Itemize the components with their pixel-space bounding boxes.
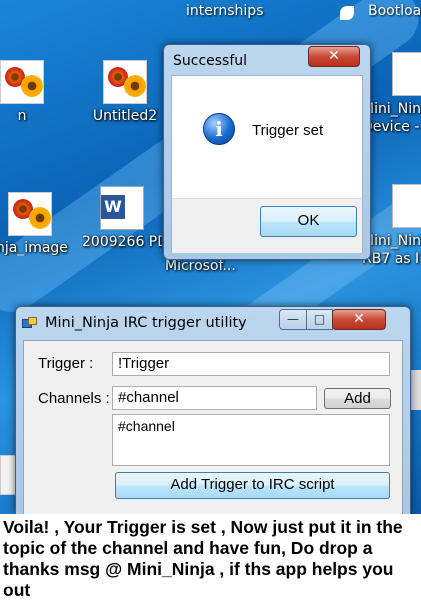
desktop-icon[interactable]: W 2009266 PD — [82, 186, 162, 250]
desktop-top-label[interactable]: Bootloa — [368, 3, 421, 19]
add-channel-button[interactable]: Add — [324, 388, 391, 409]
desktop-top-label[interactable]: internships — [186, 3, 264, 19]
file-icon — [392, 52, 421, 96]
add-trigger-button[interactable]: Add Trigger to IRC script — [115, 472, 390, 499]
word-document-icon: W — [100, 186, 144, 230]
dialog-title: Successful — [173, 53, 248, 69]
minimize-button[interactable]: — — [279, 309, 307, 330]
desktop-icon-label: 2009266 PD — [82, 234, 162, 250]
window-body: Trigger : !Trigger Channels : #channel A… — [23, 340, 403, 514]
desktop-icon[interactable]: inja_image — [0, 192, 70, 256]
channels-label: Channels : — [38, 390, 110, 407]
maximize-button[interactable]: □ — [306, 309, 333, 330]
info-icon: i — [203, 113, 235, 145]
screenshot: internships Bootloa n Untitled2 Mini_Nin… — [0, 0, 421, 616]
desktop-icon[interactable]: Microsof... — [165, 258, 260, 274]
desktop-icon-label: inja_image — [0, 240, 68, 256]
window-close-button[interactable]: ✕ — [332, 309, 386, 330]
trigger-input[interactable]: !Trigger — [112, 352, 390, 376]
desktop-icon-label: Untitled2 — [92, 108, 158, 124]
channel-list[interactable]: #channel — [112, 414, 390, 466]
word-glyph: W — [101, 195, 125, 219]
image-file-icon — [103, 60, 147, 104]
window-title: Mini_Ninja IRC trigger utility — [45, 315, 247, 331]
image-file-icon — [0, 60, 44, 104]
desktop-icon[interactable]: Untitled2 — [85, 60, 165, 124]
dialog-close-button[interactable]: ✕ — [308, 46, 360, 67]
dialog-message: Trigger set — [252, 122, 324, 139]
file-icon — [392, 184, 421, 228]
success-dialog: Successful ✕ i Trigger set OK — [163, 44, 371, 260]
channels-input[interactable]: #channel — [112, 386, 317, 410]
image-file-icon — [8, 192, 52, 236]
caption-text: Voila! , Your Trigger is set , Now just … — [3, 517, 403, 600]
desktop-icon-label: Microsof... — [165, 258, 236, 274]
butterfly-icon — [340, 6, 354, 20]
app-icon — [22, 317, 38, 331]
irc-trigger-window: Mini_Ninja IRC trigger utility — □ ✕ Tri… — [15, 306, 411, 514]
dialog-body: i Trigger set OK — [171, 75, 363, 253]
trigger-label: Trigger : — [38, 355, 94, 372]
desktop: internships Bootloa n Untitled2 Mini_Nin… — [0, 0, 421, 514]
desktop-icon-label: n — [17, 108, 27, 124]
desktop-icon[interactable]: n — [0, 60, 62, 124]
ok-button[interactable]: OK — [260, 206, 357, 237]
